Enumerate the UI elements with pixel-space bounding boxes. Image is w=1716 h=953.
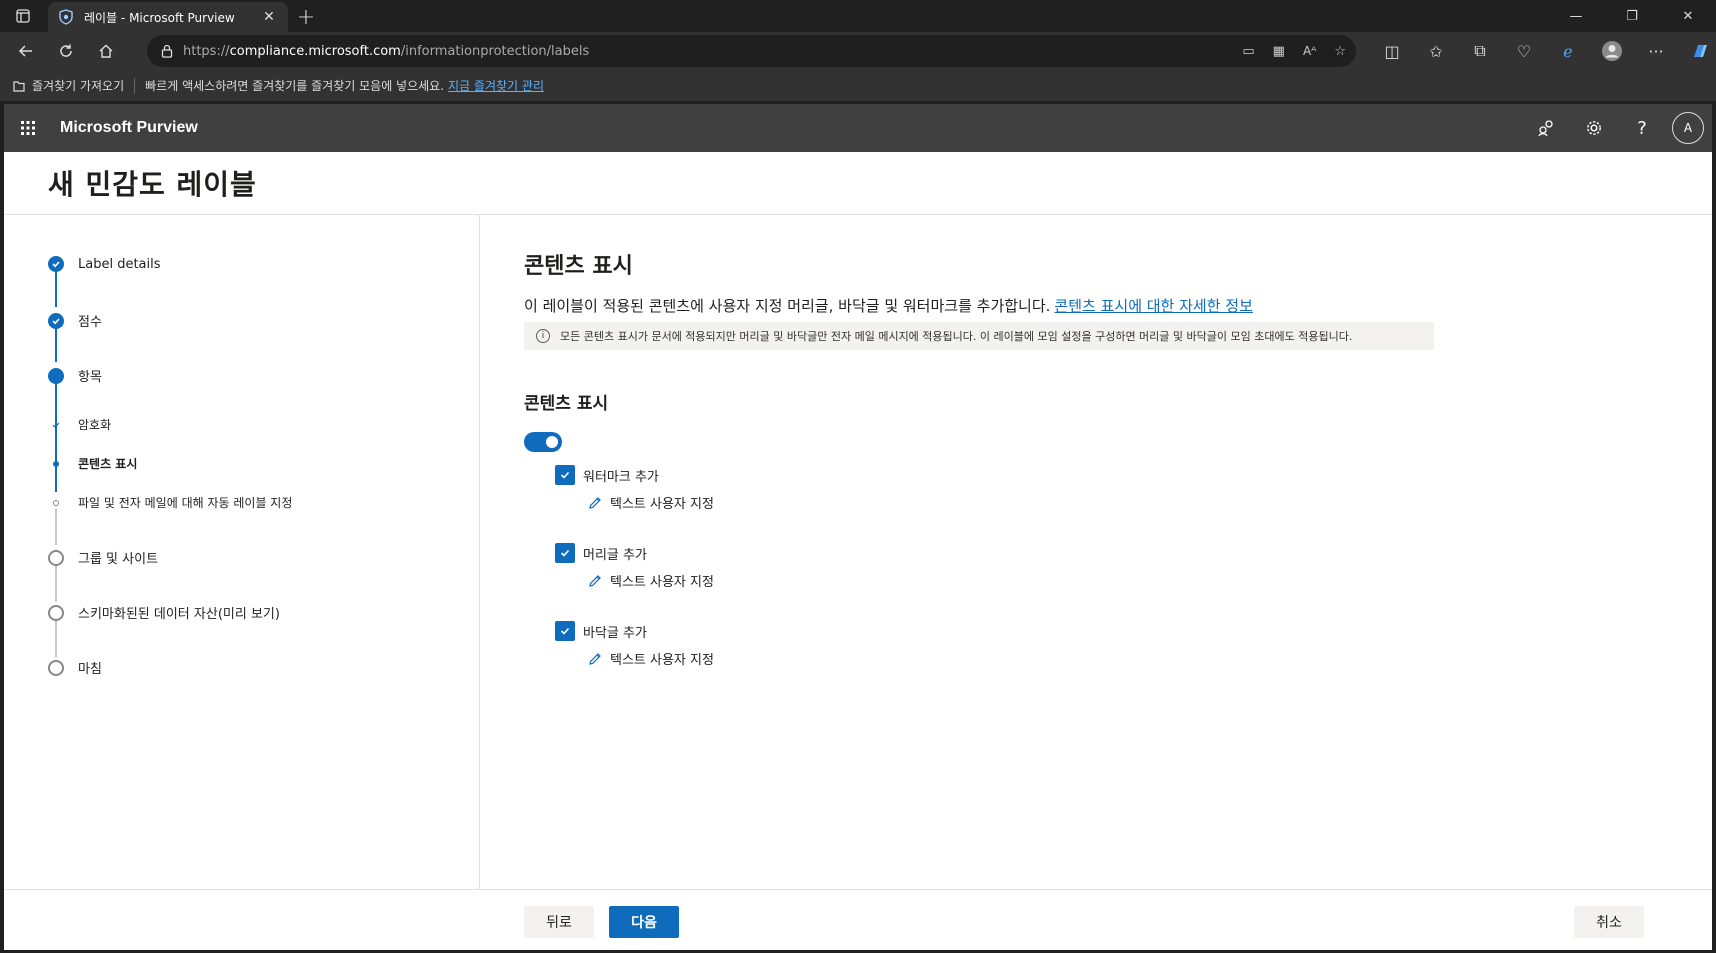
- split-screen-icon[interactable]: ◫: [1370, 35, 1414, 67]
- step-auto-labeling[interactable]: 파일 및 전자 메일에 대해 자동 레이블 지정: [48, 494, 292, 511]
- favorites-message: 빠르게 액세스하려면 즐겨찾기를 즐겨찾기 모음에 넣으세요.: [145, 79, 445, 93]
- checkmark-icon: [48, 312, 64, 329]
- restore-icon[interactable]: ❐: [1604, 0, 1660, 32]
- current-step-dot-icon: [48, 367, 64, 384]
- url-scheme: https://: [183, 43, 230, 59]
- favorites-icon[interactable]: ✩: [1414, 35, 1458, 67]
- settings-gear-icon[interactable]: [1570, 104, 1618, 152]
- small-checkmark-icon: [48, 417, 64, 433]
- favorites-divider: [134, 77, 136, 94]
- page-title: 새 민감도 레이블: [48, 168, 257, 201]
- section-title: 콘텐츠 표시: [524, 254, 633, 279]
- info-icon: i: [536, 329, 550, 343]
- pending-step-circle-icon: [48, 659, 64, 676]
- step-score[interactable]: 점수: [48, 311, 102, 330]
- community-icon[interactable]: [1522, 104, 1570, 152]
- checkbox-checked-icon: [555, 621, 575, 641]
- customize-header-text-button[interactable]: 텍스트 사용자 지정: [586, 571, 714, 590]
- browser-essentials-icon[interactable]: ♡: [1502, 35, 1546, 67]
- step-connector: [55, 509, 57, 545]
- refresh-icon[interactable]: [46, 35, 86, 67]
- pending-step-circle-icon: [48, 604, 64, 621]
- page-header: 새 민감도 레이블: [4, 152, 1712, 215]
- url-field[interactable]: https://compliance.microsoft.com/informa…: [147, 35, 1356, 67]
- collections-icon[interactable]: ⧉: [1458, 35, 1502, 67]
- minimize-icon[interactable]: —: [1548, 0, 1604, 32]
- wizard-body: Label details 점수 항목 암호화 콘텐츠 표시 파일 및 전자 메…: [4, 215, 1712, 889]
- favorites-bar: 즐겨찾기 가져오기 빠르게 액세스하려면 즐겨찾기를 즐겨찾기 모음에 넣으세요…: [0, 70, 1716, 101]
- customize-watermark-text-button[interactable]: 텍스트 사용자 지정: [586, 493, 714, 512]
- product-brand[interactable]: Microsoft Purview: [60, 119, 198, 137]
- copilot-icon[interactable]: [1678, 35, 1716, 67]
- info-message-bar: i 모든 콘텐츠 표시가 문서에 적용되지만 머리글 및 바닥글만 전자 메일 …: [524, 322, 1434, 350]
- back-arrow-icon[interactable]: [6, 35, 46, 67]
- tab-title: 레이블 - Microsoft Purview: [84, 10, 235, 25]
- help-icon[interactable]: ?: [1618, 104, 1666, 152]
- back-button[interactable]: 뒤로: [524, 906, 594, 938]
- browser-tab[interactable]: 레이블 - Microsoft Purview ✕: [48, 2, 288, 32]
- manage-favorites-link[interactable]: 지금 즐겨찾기 관리: [448, 77, 544, 94]
- app-available-icon[interactable]: ▭: [1242, 44, 1254, 59]
- home-icon[interactable]: [86, 35, 126, 67]
- read-aloud-icon[interactable]: Aᴬ: [1303, 44, 1316, 58]
- wizard-footer: 뒤로 다음 취소: [4, 889, 1712, 950]
- tab-actions-icon[interactable]: [0, 0, 46, 32]
- new-tab-icon[interactable]: +: [288, 2, 324, 32]
- suite-header: Microsoft Purview ? A: [4, 104, 1712, 152]
- step-connector: [55, 564, 57, 602]
- current-substep-dot-icon: [48, 456, 64, 472]
- next-button[interactable]: 다음: [609, 906, 679, 938]
- url-host: compliance.microsoft.com: [229, 43, 401, 59]
- step-connector: [55, 619, 57, 657]
- window-close-icon[interactable]: ✕: [1660, 0, 1716, 32]
- more-menu-icon[interactable]: ···: [1634, 35, 1678, 67]
- step-connector: [55, 327, 57, 362]
- checkbox-checked-icon: [555, 465, 575, 485]
- learn-more-link[interactable]: 콘텐츠 표시에 대한 자세한 정보: [1054, 297, 1252, 315]
- step-finish[interactable]: 마침: [48, 658, 102, 677]
- step-connector: [55, 272, 57, 307]
- pending-step-circle-icon: [48, 549, 64, 566]
- watermark-checkbox[interactable]: 워터마크 추가: [555, 465, 659, 485]
- info-message-text: 모든 콘텐츠 표시가 문서에 적용되지만 머리글 및 바닥글만 전자 메일 메시…: [560, 330, 1353, 343]
- step-label-details[interactable]: Label details: [48, 256, 161, 272]
- content-marking-subtitle: 콘텐츠 표시: [524, 394, 609, 414]
- pencil-icon: [586, 494, 604, 512]
- step-connector: [55, 382, 57, 492]
- footer-checkbox[interactable]: 바닥글 추가: [555, 621, 647, 641]
- step-encryption[interactable]: 암호화: [48, 416, 111, 433]
- avatar[interactable]: A: [1672, 112, 1704, 144]
- header-checkbox[interactable]: 머리글 추가: [555, 543, 647, 563]
- step-items[interactable]: 항목: [48, 366, 102, 385]
- customize-footer-text-button[interactable]: 텍스트 사용자 지정: [586, 649, 714, 668]
- window-controls: — ❐ ✕: [1548, 0, 1716, 32]
- pencil-icon: [586, 650, 604, 668]
- pending-substep-dot-icon: [48, 495, 64, 511]
- lock-icon: [161, 44, 173, 58]
- purview-app: Microsoft Purview ? A 새 민감도 레이블 Label de…: [4, 104, 1712, 950]
- url-path: /informationprotection/labels: [400, 43, 590, 59]
- step-schematized-data[interactable]: 스키마화된된 데이터 자산(미리 보기): [48, 603, 280, 622]
- step-groups-sites[interactable]: 그룹 및 사이트: [48, 548, 158, 567]
- qr-code-icon[interactable]: ▦: [1273, 44, 1285, 59]
- wizard-stepper: Label details 점수 항목 암호화 콘텐츠 표시 파일 및 전자 메…: [4, 215, 480, 889]
- section-description: 이 레이블이 적용된 콘텐츠에 사용자 지정 머리글, 바닥글 및 워터마크를 …: [524, 297, 1253, 315]
- pencil-icon: [586, 572, 604, 590]
- browser-tab-strip: 레이블 - Microsoft Purview ✕ + — ❐ ✕: [0, 0, 1716, 32]
- step-content-marking[interactable]: 콘텐츠 표시: [48, 455, 137, 472]
- tab-close-icon[interactable]: ✕: [260, 9, 278, 25]
- import-favorites-icon[interactable]: [12, 79, 26, 93]
- purview-shield-icon: [58, 9, 74, 25]
- profile-icon[interactable]: [1590, 35, 1634, 67]
- cancel-button[interactable]: 취소: [1574, 906, 1644, 938]
- content-marking-toggle[interactable]: [524, 432, 562, 452]
- address-bar-row: https://compliance.microsoft.com/informa…: [0, 32, 1716, 70]
- content-marking-panel: 콘텐츠 표시 이 레이블이 적용된 콘텐츠에 사용자 지정 머리글, 바닥글 및…: [480, 215, 1712, 889]
- app-launcher-icon[interactable]: [4, 104, 52, 152]
- checkbox-checked-icon: [555, 543, 575, 563]
- edge-extension-icon[interactable]: ℯ: [1546, 35, 1590, 67]
- import-favorites-link[interactable]: 즐겨찾기 가져오기: [32, 77, 124, 94]
- checkmark-icon: [48, 256, 64, 272]
- favorite-star-icon[interactable]: ☆: [1334, 44, 1346, 59]
